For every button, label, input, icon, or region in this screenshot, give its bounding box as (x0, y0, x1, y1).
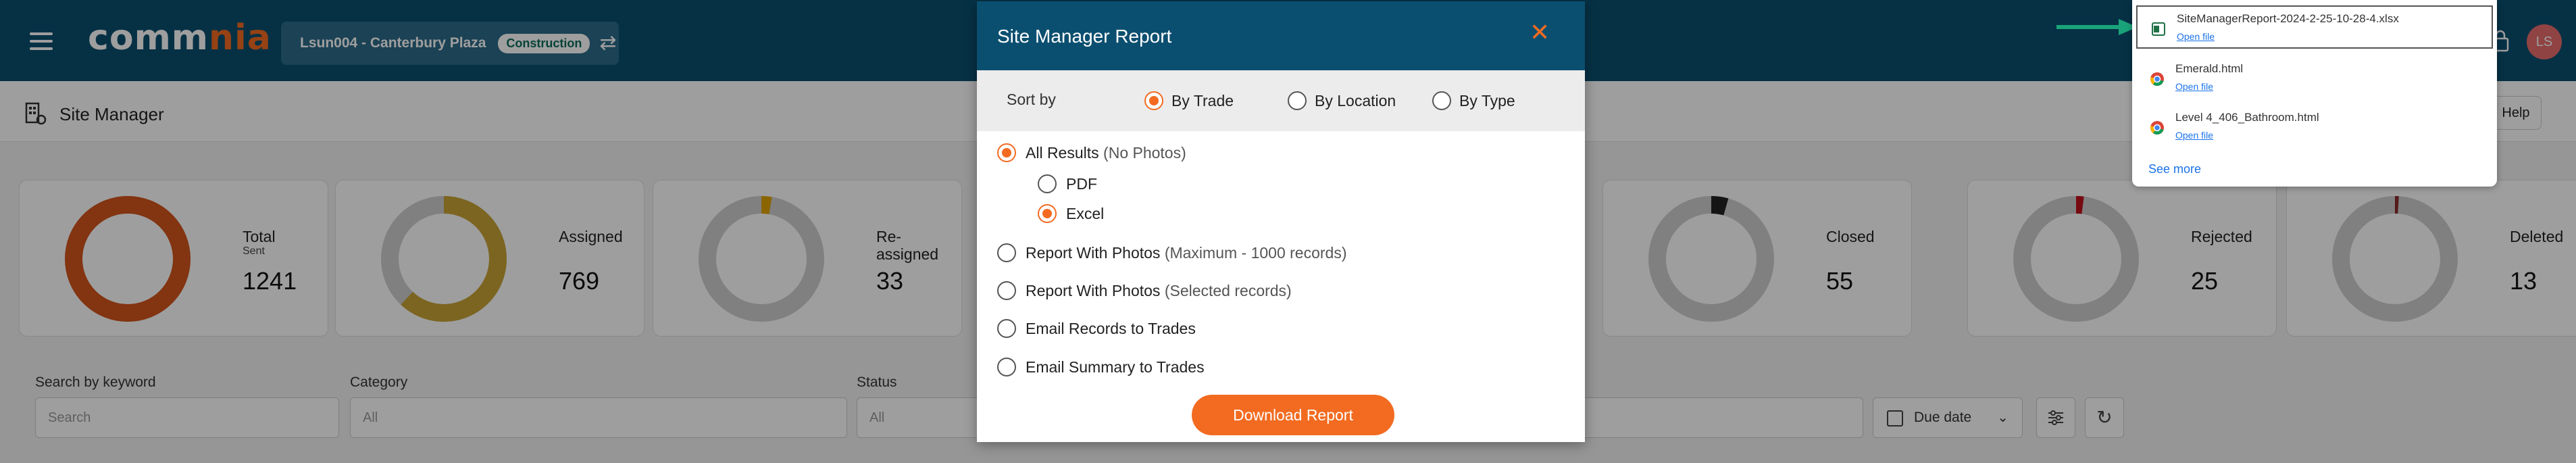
email-records-radio[interactable] (997, 319, 1016, 338)
report-with-photos-max-radio[interactable] (997, 243, 1016, 262)
browser-downloads-panel: SiteManagerReport-2024-2-25-10-28-4.xlsx… (2132, 0, 2497, 187)
sort-by-location-label: By Location (1315, 92, 1396, 109)
pdf-label: PDF (1066, 175, 1097, 193)
sort-by-type-radio[interactable] (1432, 91, 1451, 110)
excel-radio[interactable] (1038, 204, 1057, 223)
see-more-link[interactable]: See more (2148, 162, 2201, 176)
sort-by-trade-radio[interactable] (1144, 91, 1163, 110)
sort-bar: Sort by By Trade By Location By Type (977, 70, 1585, 131)
download-item[interactable]: SiteManagerReport-2024-2-25-10-28-4.xlsx… (2136, 5, 2493, 49)
arrow-icon (2056, 19, 2138, 35)
download-filename: Level 4_406_Bathroom.html (2175, 111, 2319, 124)
all-results-radio[interactable] (997, 143, 1016, 162)
close-icon[interactable]: ✕ (1530, 20, 1550, 45)
chrome-icon (2150, 72, 2164, 86)
excel-icon (2152, 22, 2165, 36)
report-with-photos-selected-radio[interactable] (997, 281, 1016, 300)
report-with-photos-selected-label: Report With Photos (Selected records) (1026, 282, 1292, 299)
open-file-link[interactable]: Open file (2177, 31, 2215, 42)
email-records-label: Email Records to Trades (1026, 320, 1196, 337)
open-file-link[interactable]: Open file (2175, 130, 2213, 141)
email-summary-label: Email Summary to Trades (1026, 358, 1205, 376)
site-manager-report-dialog: Site Manager Report ✕ Sort by By Trade B… (977, 1, 1585, 442)
download-report-button[interactable]: Download Report (1192, 395, 1394, 435)
download-item[interactable]: Level 4_406_Bathroom.html Open file (2136, 105, 2493, 149)
pdf-radio[interactable] (1038, 174, 1057, 193)
email-summary-radio[interactable] (997, 358, 1016, 376)
all-results-label: All Results (No Photos) (1026, 144, 1186, 162)
sort-label: Sort by (1007, 91, 1056, 108)
sort-by-type-label: By Type (1459, 92, 1515, 109)
download-item[interactable]: Emerald.html Open file (2136, 57, 2493, 100)
sort-by-trade-label: By Trade (1171, 92, 1234, 109)
download-filename: SiteManagerReport-2024-2-25-10-28-4.xlsx (2177, 12, 2399, 25)
dialog-title: Site Manager Report (997, 26, 1172, 47)
chrome-icon (2150, 121, 2164, 135)
sort-by-location-radio[interactable] (1288, 91, 1307, 110)
download-filename: Emerald.html (2175, 62, 2244, 75)
excel-label: Excel (1066, 205, 1105, 222)
report-with-photos-max-label: Report With Photos (Maximum - 1000 recor… (1026, 244, 1347, 262)
dialog-header: Site Manager Report ✕ (977, 1, 1585, 70)
open-file-link[interactable]: Open file (2175, 81, 2213, 92)
